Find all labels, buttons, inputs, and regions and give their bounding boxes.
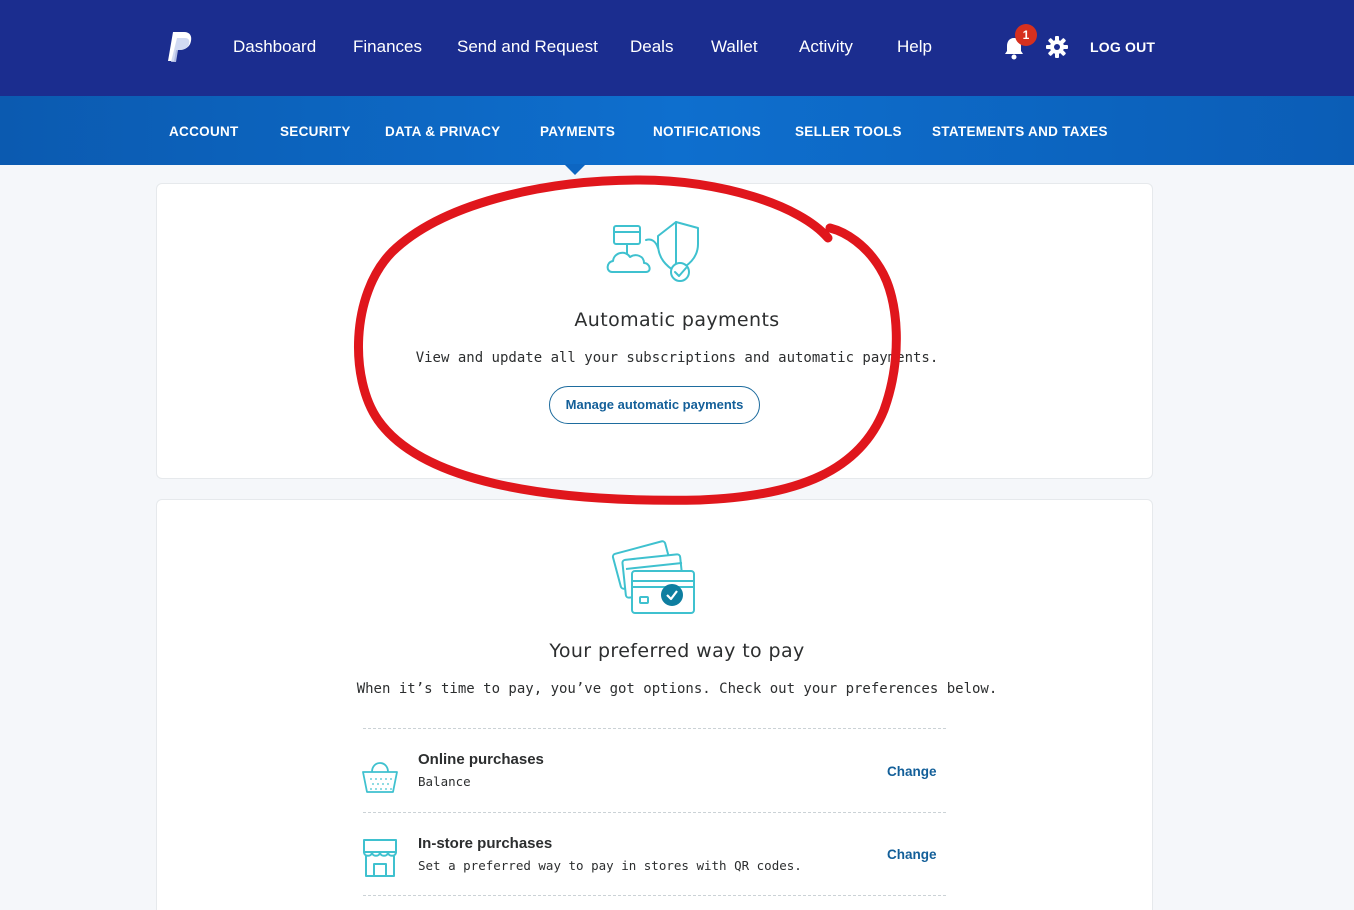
nav-activity[interactable]: Activity bbox=[799, 37, 853, 57]
in-store-purchases-subtitle: Set a preferred way to pay in stores wit… bbox=[418, 858, 802, 873]
logout-link[interactable]: LOG OUT bbox=[1090, 39, 1155, 55]
preferred-way-to-pay-description: When it’s time to pay, you’ve got option… bbox=[356, 681, 998, 697]
basket-icon bbox=[362, 762, 398, 793]
online-purchases-change-link[interactable]: Change bbox=[887, 764, 937, 779]
tab-statements-and-taxes[interactable]: STATEMENTS AND TAXES bbox=[932, 124, 1108, 139]
tab-security[interactable]: SECURITY bbox=[280, 124, 351, 139]
notification-badge: 1 bbox=[1015, 24, 1037, 46]
nav-send-and-request[interactable]: Send and Request bbox=[457, 37, 598, 57]
paypal-logo-icon[interactable] bbox=[164, 30, 194, 64]
storefront-icon bbox=[363, 839, 397, 877]
tab-data-privacy[interactable]: DATA & PRIVACY bbox=[385, 124, 500, 139]
nav-help[interactable]: Help bbox=[897, 37, 932, 57]
preferred-way-to-pay-title: Your preferred way to pay bbox=[549, 640, 805, 662]
nav-finances[interactable]: Finances bbox=[353, 37, 422, 57]
row-divider bbox=[363, 728, 946, 729]
online-purchases-subtitle: Balance bbox=[418, 774, 471, 789]
cloud-shield-icon bbox=[606, 221, 699, 282]
nav-dashboard[interactable]: Dashboard bbox=[233, 37, 316, 57]
tab-payments[interactable]: PAYMENTS bbox=[540, 124, 615, 139]
tab-account[interactable]: ACCOUNT bbox=[169, 124, 239, 139]
tab-notifications[interactable]: NOTIFICATIONS bbox=[653, 124, 761, 139]
in-store-purchases-change-link[interactable]: Change bbox=[887, 847, 937, 862]
nav-deals[interactable]: Deals bbox=[630, 37, 673, 57]
top-nav-bar: Dashboard Finances Send and Request Deal… bbox=[0, 0, 1354, 96]
tab-seller-tools[interactable]: SELLER TOOLS bbox=[795, 124, 902, 139]
manage-automatic-payments-button[interactable]: Manage automatic payments bbox=[549, 386, 760, 424]
gear-icon[interactable] bbox=[1046, 36, 1068, 58]
in-store-purchases-title: In-store purchases bbox=[418, 835, 553, 852]
automatic-payments-title: Automatic payments bbox=[574, 309, 780, 331]
online-purchases-title: Online purchases bbox=[418, 751, 544, 768]
active-tab-indicator bbox=[564, 164, 586, 175]
row-divider bbox=[363, 812, 946, 813]
cards-check-icon bbox=[611, 540, 695, 614]
row-divider bbox=[363, 895, 946, 896]
nav-wallet[interactable]: Wallet bbox=[711, 37, 758, 57]
automatic-payments-description: View and update all your subscriptions a… bbox=[415, 350, 939, 366]
